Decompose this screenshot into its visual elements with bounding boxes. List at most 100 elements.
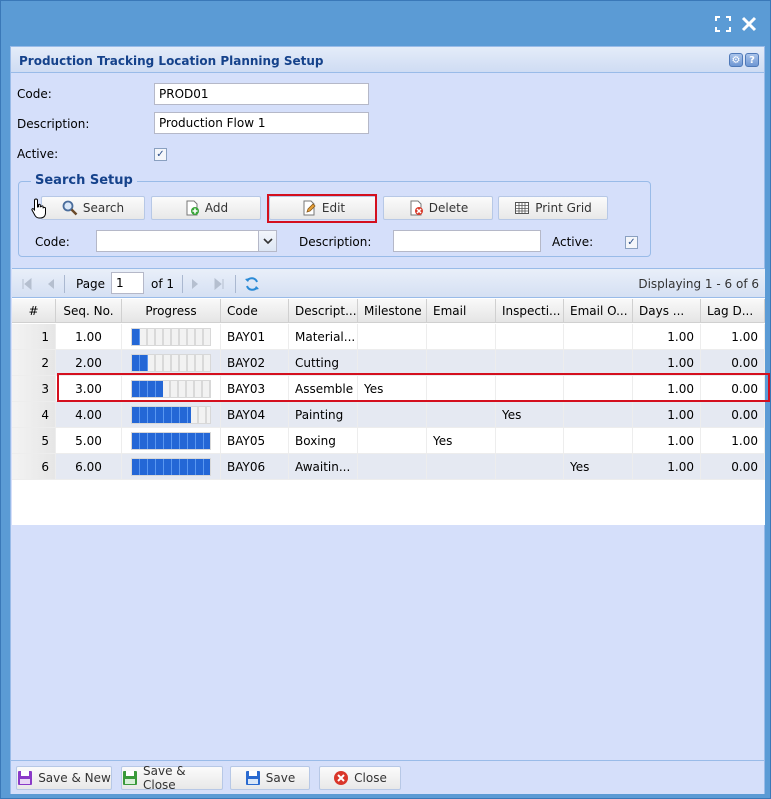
code-cell: BAY01 — [221, 324, 289, 350]
floppy-disk-blue-icon — [245, 770, 261, 786]
last-page-icon[interactable] — [212, 277, 226, 291]
search-code-select[interactable] — [96, 230, 277, 252]
table-row[interactable]: 4 4.00 BAY04 Painting Yes 1.00 0.00 — [12, 402, 765, 428]
close-label: Close — [354, 771, 387, 785]
col-header-lag[interactable]: Lag D... — [701, 299, 765, 323]
table-row[interactable]: 5 5.00 BAY05 Boxing Yes 1.00 1.00 — [12, 428, 765, 454]
close-circle-icon — [333, 770, 349, 786]
code-cell: BAY02 — [221, 350, 289, 376]
code-label: Code: — [17, 87, 52, 101]
search-description-input[interactable] — [393, 230, 541, 252]
col-header-days[interactable]: Days ... — [633, 299, 701, 323]
save-new-label: Save & New — [38, 771, 111, 785]
col-header-email[interactable]: Email — [427, 299, 496, 323]
next-page-icon[interactable] — [188, 277, 202, 291]
col-header-inspection[interactable]: Inspecti... — [496, 299, 564, 323]
panel-title: Production Tracking Location Planning Se… — [19, 54, 324, 68]
lag-cell: 1.00 — [701, 324, 765, 350]
maximize-icon[interactable] — [714, 15, 732, 33]
grid-pager: Page of 1 Displaying 1 - 6 of 6 — [12, 269, 765, 298]
footer-toolbar: Save & New Save & Close Save Close — [11, 760, 764, 794]
inspection-cell: Yes — [496, 402, 564, 428]
save-close-button[interactable]: Save & Close — [121, 764, 223, 792]
progress-bar — [131, 405, 211, 424]
col-header-milestone[interactable]: Milestone — [358, 299, 427, 323]
active-label: Active: — [17, 147, 59, 161]
first-page-icon[interactable] — [20, 277, 34, 291]
inspection-cell — [496, 454, 564, 480]
email-o-cell — [564, 428, 633, 454]
col-header-email-o[interactable]: Email O... — [564, 299, 633, 323]
delete-button-label: Delete — [428, 201, 469, 215]
edit-document-icon — [301, 200, 317, 216]
search-button[interactable]: Search — [41, 196, 145, 220]
description-field[interactable] — [154, 112, 369, 134]
gear-icon[interactable]: ⚙ — [729, 53, 743, 67]
seq-no-cell: 2.00 — [56, 350, 122, 376]
help-icon[interactable]: ? — [745, 53, 759, 67]
description-cell: Boxing — [289, 428, 358, 454]
code-cell: BAY03 — [221, 376, 289, 402]
col-header-seq[interactable]: Seq. No. — [56, 299, 122, 323]
table-row[interactable]: 6 6.00 BAY06 Awaitin... Yes 1.00 0.00 — [12, 454, 765, 480]
add-button[interactable]: Add — [151, 196, 261, 220]
progress-cell — [122, 376, 221, 402]
days-cell: 1.00 — [633, 376, 701, 402]
save-button[interactable]: Save — [230, 766, 310, 790]
save-new-button[interactable]: Save & New — [16, 766, 112, 790]
email-o-cell — [564, 350, 633, 376]
add-button-label: Add — [204, 201, 229, 215]
seq-no-cell: 6.00 — [56, 454, 122, 480]
progress-cell — [122, 350, 221, 376]
col-header-description[interactable]: Descript... — [289, 299, 358, 323]
chevron-down-icon[interactable] — [258, 231, 276, 251]
col-header-code[interactable]: Code — [221, 299, 289, 323]
email-cell — [427, 350, 496, 376]
search-active-label: Active: — [552, 235, 594, 249]
row-number: 4 — [12, 402, 56, 428]
table-row[interactable]: 1 1.00 BAY01 Material... 1.00 1.00 — [12, 324, 765, 350]
days-cell: 1.00 — [633, 454, 701, 480]
print-grid-button[interactable]: Print Grid — [498, 196, 608, 220]
search-description-label: Description: — [299, 235, 372, 249]
edit-button[interactable]: Edit — [269, 196, 377, 220]
active-checkbox[interactable]: ✓ — [154, 148, 167, 161]
code-field[interactable] — [154, 83, 369, 105]
inspection-cell — [496, 428, 564, 454]
description-cell: Assemble — [289, 376, 358, 402]
lag-cell: 0.00 — [701, 350, 765, 376]
days-cell: 1.00 — [633, 428, 701, 454]
milestone-cell — [358, 350, 427, 376]
description-cell: Cutting — [289, 350, 358, 376]
table-row[interactable]: 2 2.00 BAY02 Cutting 1.00 0.00 — [12, 350, 765, 376]
milestone-cell — [358, 402, 427, 428]
prev-page-icon[interactable] — [44, 277, 58, 291]
search-setup-legend: Search Setup — [31, 173, 137, 188]
close-window-icon[interactable] — [740, 15, 758, 33]
progress-bar — [131, 379, 211, 398]
col-header-rownum: # — [12, 299, 56, 323]
seq-no-cell: 5.00 — [56, 428, 122, 454]
close-button[interactable]: Close — [319, 766, 401, 790]
col-header-progress[interactable]: Progress — [122, 299, 221, 323]
search-active-checkbox[interactable]: ✓ — [625, 236, 638, 249]
page-number-input[interactable] — [111, 272, 144, 294]
progress-bar — [131, 353, 211, 372]
refresh-icon[interactable] — [244, 276, 260, 292]
progress-bar-fill — [132, 380, 164, 397]
floppy-disk-green-icon — [122, 770, 138, 786]
progress-bar-fill — [132, 354, 148, 371]
days-cell: 1.00 — [633, 402, 701, 428]
email-cell: Yes — [427, 428, 496, 454]
email-o-cell — [564, 324, 633, 350]
milestone-cell — [358, 324, 427, 350]
email-o-cell: Yes — [564, 454, 633, 480]
progress-bar-fill — [132, 328, 140, 345]
delete-button[interactable]: Delete — [383, 196, 493, 220]
lag-cell: 0.00 — [701, 402, 765, 428]
row-number: 6 — [12, 454, 56, 480]
progress-bar — [131, 327, 211, 346]
email-cell — [427, 324, 496, 350]
table-row[interactable]: 3 3.00 BAY03 Assemble Yes 1.00 0.00 — [12, 376, 765, 402]
lag-cell: 0.00 — [701, 376, 765, 402]
